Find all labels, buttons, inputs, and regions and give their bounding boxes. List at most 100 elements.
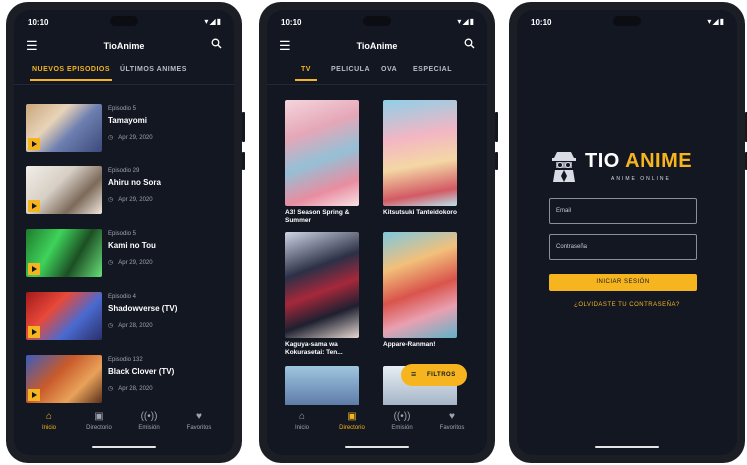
anime-card[interactable]: Appare-Ranman! — [383, 232, 457, 349]
screen-login: 10:10 ▾◢▮ TIO ANIME ANIME ONLINE Email C… — [517, 10, 737, 455]
episode-item[interactable]: Episodio 132 Black Clover (TV) ◷ Apr 28, … — [26, 355, 226, 407]
episode-item[interactable]: Episodio 29 Ahiru no Sora ◷ Apr 29, 2020 — [26, 166, 226, 218]
app-title: TioAnime — [103, 41, 145, 51]
play-icon[interactable] — [28, 326, 40, 338]
phone-frame-directory: 10:10 ▾◢▮ ☰ TioAnime TV PELICULA OVA ESP… — [259, 2, 498, 463]
nav-label: Favoritos — [439, 425, 465, 431]
power-button — [495, 152, 498, 170]
bottom-navigation: ⌂ Inicio ▣ Directorio ((•)) Emisión ♥ Favori… — [14, 405, 234, 455]
nav-inicio[interactable]: ⌂ Inicio — [277, 411, 327, 431]
password-placeholder: Contraseña — [556, 244, 588, 250]
status-bar: 10:10 ▾◢▮ — [517, 10, 737, 32]
anime-poster-partial[interactable] — [285, 366, 359, 406]
camera-notch — [613, 16, 641, 26]
email-placeholder: Email — [556, 208, 572, 214]
anime-card[interactable]: Kitsutsuki Tanteidokoro — [383, 100, 457, 217]
nav-emision[interactable]: ((•)) Emisión — [124, 411, 174, 431]
search-icon[interactable] — [211, 38, 222, 52]
tab-ova[interactable]: OVA — [381, 66, 397, 73]
play-icon[interactable] — [28, 389, 40, 401]
episode-date: ◷ Apr 29, 2020 — [108, 134, 153, 141]
anime-card[interactable]: A3! Season Spring & Summer — [285, 100, 359, 225]
episode-date: ◷ Apr 28, 2020 — [108, 385, 153, 392]
email-field[interactable]: Email — [549, 198, 697, 224]
episode-title: Black Clover (TV) — [108, 367, 175, 376]
nav-emision[interactable]: ((•)) Emisión — [377, 411, 427, 431]
home-indicator[interactable] — [92, 446, 156, 448]
tab-ultimos-animes[interactable]: ÚLTIMOS ANIMES — [120, 66, 187, 73]
filter-icon: ≡ — [411, 369, 417, 379]
episode-number: Episodio 29 — [108, 168, 140, 174]
nav-directorio[interactable]: ▣ Directorio — [74, 411, 124, 431]
filters-button[interactable]: ≡ FILTROS — [401, 364, 467, 386]
episode-tabs: NUEVOS EPISODIOS ÚLTIMOS ANIMES — [14, 60, 234, 84]
volume-button — [495, 112, 498, 142]
nav-label: Directorio — [86, 425, 112, 431]
nav-label: Emisión — [138, 425, 160, 431]
heart-icon: ♥ — [196, 411, 202, 422]
play-icon[interactable] — [28, 200, 40, 212]
phone-frame-episodes: 10:10 ▾◢▮ ☰ TioAnime NUEVOS EPISODIOS ÚL… — [6, 2, 245, 463]
home-indicator[interactable] — [595, 446, 659, 448]
screen-directory: 10:10 ▾◢▮ ☰ TioAnime TV PELICULA OVA ESP… — [267, 10, 487, 455]
broadcast-icon: ((•)) — [140, 411, 158, 422]
brand-name: TIO ANIME — [585, 150, 692, 173]
search-icon[interactable] — [464, 38, 475, 52]
anime-title: Appare-Ranman! — [383, 341, 436, 348]
tabs-divider — [267, 84, 487, 85]
episode-number: Episodio 5 — [108, 106, 137, 112]
tab-nuevos-episodios[interactable]: NUEVOS EPISODIOS — [32, 66, 110, 73]
clock-icon: ◷ — [108, 197, 114, 203]
nav-favoritos[interactable]: ♥ Favoritos — [174, 411, 224, 431]
status-time: 10:10 — [531, 18, 552, 27]
home-indicator[interactable] — [345, 446, 409, 448]
nav-favoritos[interactable]: ♥ Favoritos — [427, 411, 477, 431]
episode-date-text: Apr 28, 2020 — [118, 386, 153, 392]
brand-name-part2: ANIME — [625, 150, 693, 172]
tab-especial[interactable]: ESPECIAL — [413, 66, 452, 73]
episode-item[interactable]: Episodio 5 Kami no Tou ◷ Apr 29, 2020 — [26, 229, 226, 281]
episode-date-text: Apr 29, 2020 — [118, 135, 153, 141]
status-time: 10:10 — [28, 18, 49, 27]
nav-inicio[interactable]: ⌂ Inicio — [24, 411, 74, 431]
app-bar: ☰ TioAnime — [267, 32, 487, 60]
brand-subtitle: ANIME ONLINE — [611, 176, 671, 182]
anime-poster — [383, 232, 457, 338]
episode-number: Episodio 4 — [108, 294, 137, 300]
episode-item[interactable]: Episodio 4 Shadowverse (TV) ◷ Apr 28, 202… — [26, 292, 226, 344]
episode-item[interactable]: Episodio 5 Tamayomi ◷ Apr 29, 2020 — [26, 104, 226, 156]
play-icon[interactable] — [28, 263, 40, 275]
forgot-password-link[interactable]: ¿OLVIDASTE TU CONTRASEÑA? — [517, 302, 737, 308]
category-tabs: TV PELICULA OVA ESPECIAL — [267, 60, 487, 84]
library-icon: ▣ — [94, 411, 104, 422]
episode-date-text: Apr 29, 2020 — [118, 197, 153, 203]
episode-title: Tamayomi — [108, 116, 147, 125]
tab-pelicula[interactable]: PELICULA — [331, 66, 370, 73]
nav-label: Directorio — [339, 425, 365, 431]
camera-notch — [110, 16, 138, 26]
clock-icon: ◷ — [108, 135, 114, 141]
anime-card[interactable]: Kaguya-sama wa Kokurasetai: Ten... — [285, 232, 359, 357]
nav-label: Emisión — [391, 425, 413, 431]
login-button[interactable]: INICIAR SESIÓN — [549, 274, 697, 291]
screen-new-episodes: 10:10 ▾◢▮ ☰ TioAnime NUEVOS EPISODIOS ÚL… — [14, 10, 234, 455]
anime-poster — [383, 100, 457, 206]
broadcast-icon: ((•)) — [393, 411, 411, 422]
anime-poster — [285, 232, 359, 338]
nav-directorio[interactable]: ▣ Directorio — [327, 411, 377, 431]
episode-date: ◷ Apr 29, 2020 — [108, 259, 153, 266]
episode-title: Ahiru no Sora — [108, 178, 161, 187]
episode-date-text: Apr 28, 2020 — [118, 323, 153, 329]
play-icon[interactable] — [28, 138, 40, 150]
tioanime-logo: TIO ANIME ANIME ONLINE — [551, 148, 701, 188]
tab-tv[interactable]: TV — [301, 66, 311, 73]
password-field[interactable]: Contraseña — [549, 234, 697, 260]
status-bar: 10:10 ▾◢▮ — [14, 10, 234, 32]
filters-label: FILTROS — [427, 372, 456, 378]
clock-icon: ◷ — [108, 323, 114, 329]
episode-number: Episodio 132 — [108, 357, 143, 363]
home-icon: ⌂ — [298, 411, 306, 422]
phone-frame-login: 10:10 ▾◢▮ TIO ANIME ANIME ONLINE Email C… — [509, 2, 747, 463]
episode-date: ◷ Apr 28, 2020 — [108, 322, 153, 329]
app-title: TioAnime — [356, 41, 398, 51]
